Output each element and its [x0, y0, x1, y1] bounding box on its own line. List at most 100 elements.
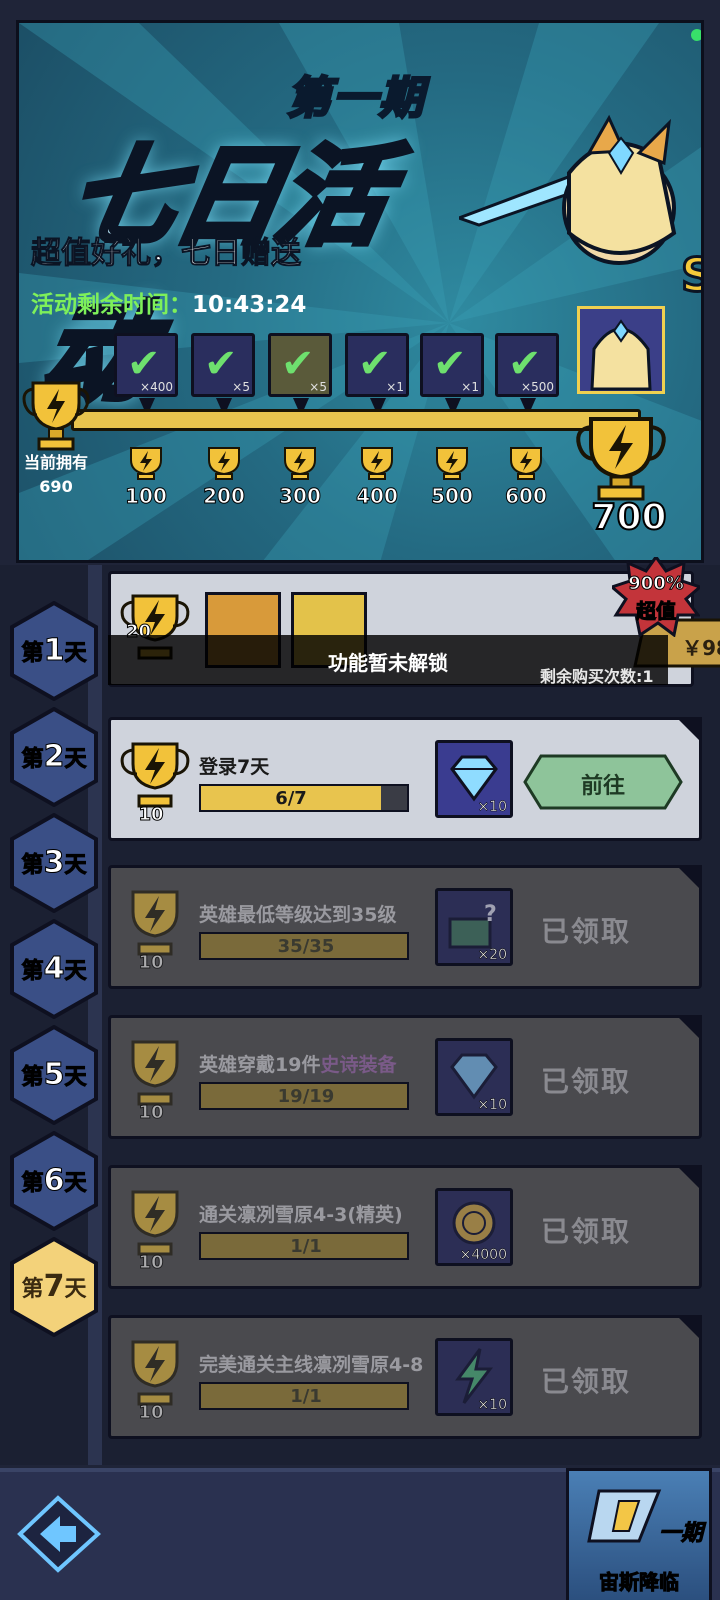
day-label: 第5天	[21, 1057, 87, 1093]
check-icon: ✔	[281, 341, 315, 387]
trophy-icon	[510, 447, 542, 480]
check-icon: ✔	[508, 341, 542, 387]
day-label: 第2天	[21, 739, 87, 775]
task-progress-bar: 19/19	[199, 1082, 409, 1110]
hero-portrait-reward[interactable]	[577, 306, 665, 394]
claimed-label: 已领取	[541, 1215, 632, 1248]
day-label: 第1天	[21, 633, 87, 669]
milestone-reward-4[interactable]: ✔ ×1	[345, 333, 409, 397]
reward-item[interactable]: ×10	[435, 1038, 513, 1116]
task-title: 完美通关主线凛冽雪原4-8	[199, 1354, 424, 1376]
milestone-points: 500	[431, 484, 474, 509]
zeus-event-button[interactable]: 一期 宙斯降临	[566, 1468, 712, 1600]
badge-percent: 900%	[628, 573, 685, 595]
task-title: 英雄穿戴19件史诗装备	[199, 1054, 397, 1076]
reward-count: ×1	[386, 380, 404, 394]
task-points: 10	[138, 1252, 164, 1274]
tab-day-1[interactable]: 第1天	[8, 601, 98, 701]
milestone-reward-3[interactable]: ✔ ×5	[268, 333, 332, 397]
trophy-icon	[120, 742, 190, 808]
timer-label: 活动剩余时间：	[31, 292, 192, 318]
reward-count: ×5	[232, 380, 250, 394]
trophy-icon	[131, 1190, 179, 1256]
task-points: 10	[138, 1402, 164, 1424]
milestone-points: 400	[356, 484, 399, 509]
milestone-600: 600	[496, 446, 556, 509]
progress-label: 6/7	[275, 788, 307, 809]
hero-rank: S	[681, 248, 704, 302]
milestone-reward-1[interactable]: ✔ ×400	[114, 333, 178, 397]
hero-illustration: S	[459, 114, 704, 303]
value-badge: 900% 超值	[609, 554, 703, 638]
task-highlight: 史诗装备	[320, 1054, 397, 1076]
tab-day-6[interactable]: 第6天	[8, 1131, 98, 1231]
claimed-label: 已领取	[541, 915, 632, 948]
milestone-reward-5[interactable]: ✔ ×1	[420, 333, 484, 397]
tab-day-4[interactable]: 第4天	[8, 919, 98, 1019]
owned-value: 690	[39, 477, 73, 496]
countdown-timer: 活动剩余时间：10:43:24	[31, 285, 306, 319]
corner-icon	[676, 1015, 702, 1041]
progress-label: 1/1	[290, 1236, 322, 1257]
milestone-reward-2[interactable]: ✔ ×5	[191, 333, 255, 397]
tab-day-2[interactable]: 第2天	[8, 707, 98, 807]
tab-day-5[interactable]: 第5天	[8, 1025, 98, 1125]
reward-item[interactable]: ×4000	[435, 1188, 513, 1266]
task-points: 10	[138, 1102, 164, 1124]
milestone-400: 400	[347, 446, 407, 509]
task-card: 10 英雄最低等级达到35级 35/35 ? ×20 已领取	[108, 865, 702, 989]
task-title: 登录7天	[199, 756, 270, 778]
milestone-500: 500	[422, 446, 482, 509]
milestone-reward-6[interactable]: ✔ ×500	[495, 333, 559, 397]
svg-text:?: ?	[484, 902, 497, 927]
task-title: 通关凛冽雪原4-3(精英)	[199, 1204, 403, 1226]
back-button[interactable]	[14, 1494, 104, 1574]
trophy-icon	[436, 447, 468, 480]
task-card: 10 通关凛冽雪原4-3(精英) 1/1 ×4000 已领取	[108, 1165, 702, 1289]
timer-value: 10:43:24	[192, 292, 307, 318]
reward-count: ×10	[477, 799, 507, 816]
badge-text: 超值	[636, 599, 677, 624]
reward-count: ×500	[521, 380, 554, 394]
status-dot	[691, 29, 701, 41]
final-milestone-points: 700	[590, 496, 667, 539]
progress-label: 1/1	[290, 1386, 322, 1407]
check-icon: ✔	[127, 341, 161, 387]
task-card: 10 完美通关主线凛冽雪原4-8 1/1 ×10 已领取	[108, 1315, 702, 1439]
milestone-points: 600	[505, 484, 548, 509]
corner-icon	[676, 1165, 702, 1191]
milestone-points: 100	[125, 484, 168, 509]
task-section: ￥98 20 功能暂未解锁 剩余购买次数:1 900% 超值 第1天 第2天 第…	[0, 554, 720, 1465]
reward-count: ×10	[477, 1097, 507, 1114]
trophy-icon	[361, 447, 393, 480]
corner-icon	[676, 865, 702, 891]
day-label: 第7天	[21, 1269, 87, 1304]
task-title: 英雄最低等级达到35级	[199, 904, 397, 926]
owned-points: 当前拥有 690	[19, 451, 93, 499]
go-button[interactable]: 前往	[523, 754, 683, 810]
trophy-icon	[131, 1340, 179, 1406]
reward-item[interactable]: ×10	[435, 1338, 513, 1416]
reward-count: ×1	[461, 380, 479, 394]
task-points: 10	[138, 952, 164, 974]
owned-label: 当前拥有	[23, 453, 88, 472]
claimed-label: 已领取	[541, 1365, 632, 1398]
progress-label: 19/19	[277, 1086, 335, 1107]
event-label: 宙斯降临	[599, 1570, 680, 1595]
milestone-200: 200	[194, 446, 254, 509]
task-card: 10 登录7天 6/7 ×10 前往	[108, 717, 702, 841]
trophy-icon	[130, 447, 162, 480]
reward-item[interactable]: ? ×20	[435, 888, 513, 966]
event-period: 一期	[658, 1521, 703, 1547]
milestone-points: 200	[203, 484, 246, 509]
corner-icon	[676, 1315, 702, 1341]
reward-item[interactable]: ×10	[435, 740, 513, 818]
claimed-label: 已领取	[541, 1065, 632, 1098]
progress-label: 35/35	[277, 936, 335, 957]
task-card: 10 英雄穿戴19件史诗装备 19/19 ×10 已领取	[108, 1015, 702, 1139]
tab-day-7[interactable]: 第7天	[8, 1237, 98, 1337]
reward-count: ×10	[477, 1397, 507, 1414]
tab-day-3[interactable]: 第3天	[8, 813, 98, 913]
corner-icon	[676, 717, 702, 743]
milestone-100: 100	[116, 446, 176, 509]
